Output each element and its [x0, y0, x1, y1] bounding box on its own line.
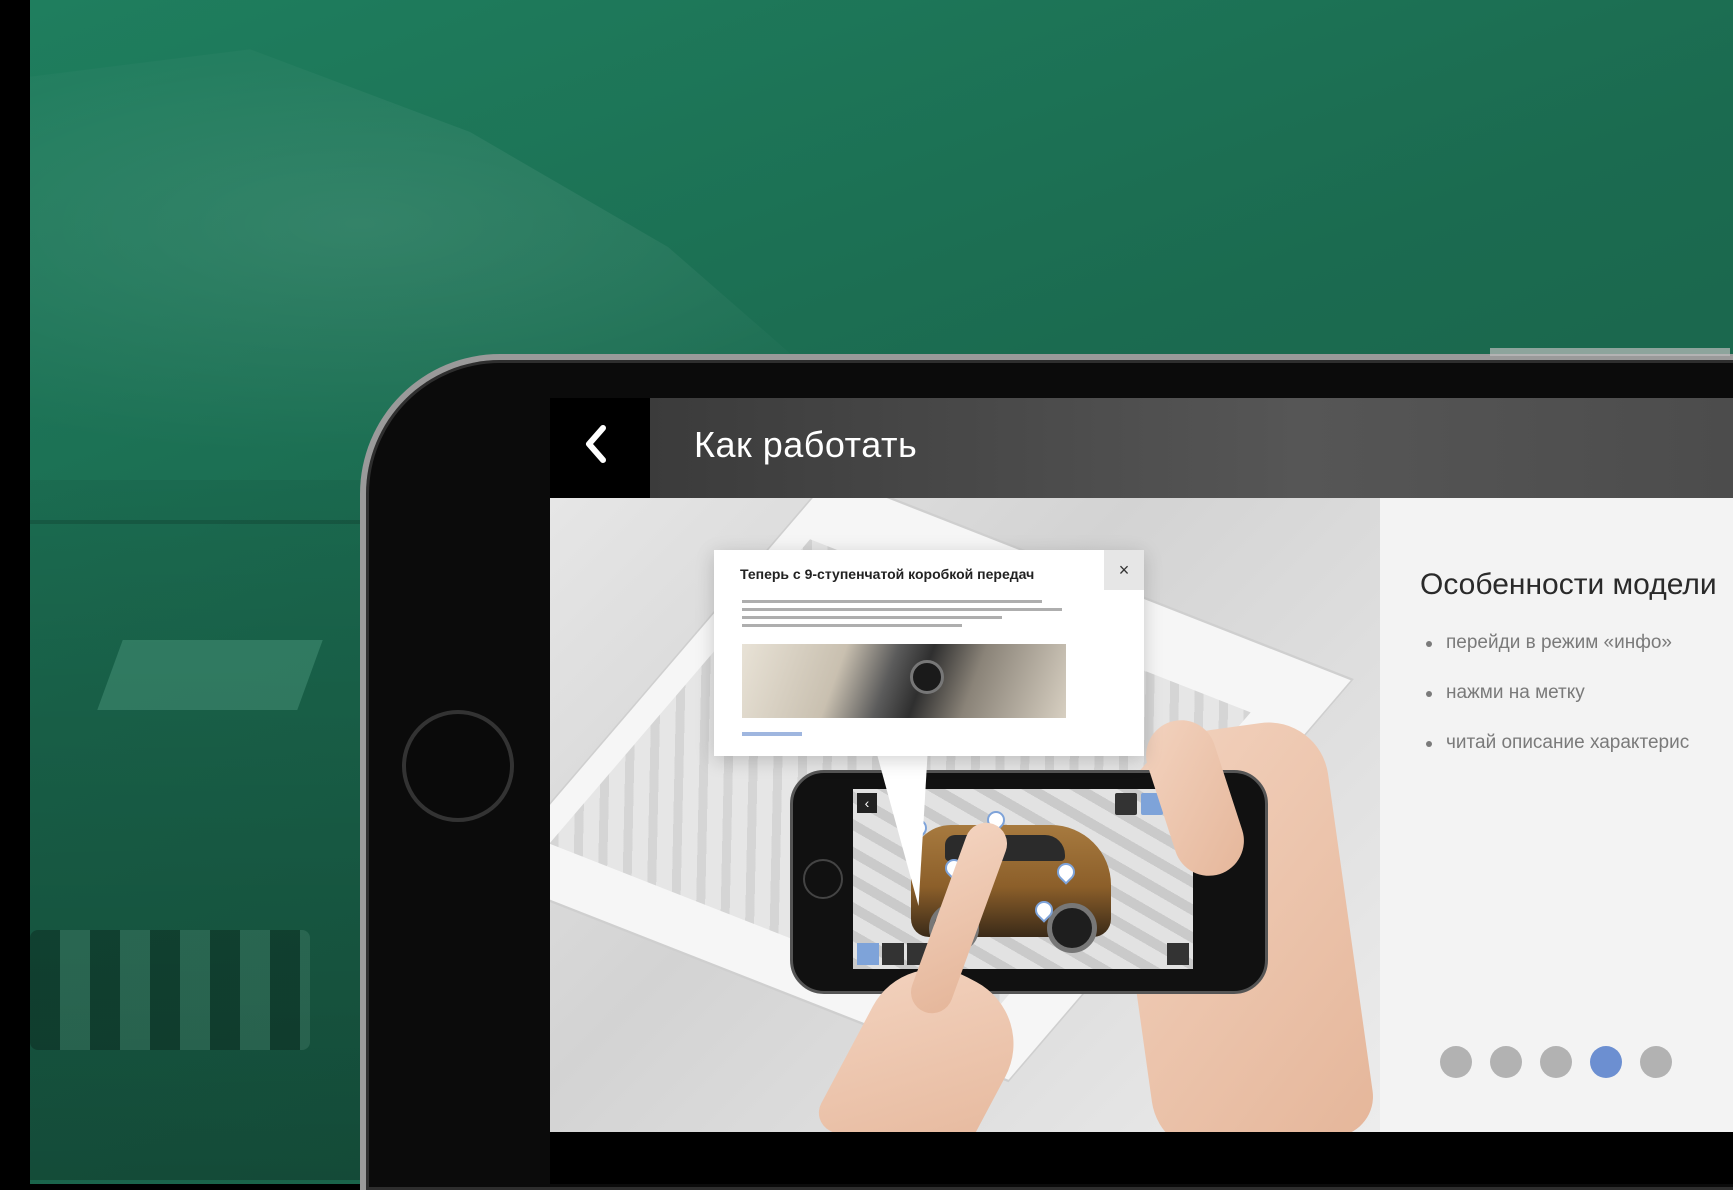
background-car-headlight [97, 640, 323, 710]
pagination-dot-1[interactable] [1440, 1046, 1472, 1078]
pagination-dots [1440, 1046, 1672, 1078]
back-button[interactable] [566, 414, 626, 474]
features-list: перейди в режим «инфо» нажми на метку чи… [1420, 632, 1733, 754]
phone-side-button [1490, 348, 1730, 356]
illustrated-mode-icon [857, 943, 879, 965]
list-item: читай описание характерис [1420, 732, 1733, 754]
info-popup: Теперь с 9-ступенчатой коробкой передач … [714, 550, 1144, 756]
chevron-left-icon [586, 425, 606, 463]
illustrated-home-button [803, 859, 843, 899]
home-button[interactable] [402, 710, 514, 822]
close-icon[interactable]: × [1104, 550, 1144, 590]
tutorial-illustration: ‹ Теперь с 9-ступенчатой коробкой переда [550, 498, 1380, 1132]
pagination-dot-4[interactable] [1590, 1046, 1622, 1078]
illustrated-back-icon: ‹ [857, 793, 877, 813]
pagination-dot-5[interactable] [1640, 1046, 1672, 1078]
phone-bottom-bezel [550, 1132, 1733, 1184]
background-car-grille [30, 930, 310, 1050]
features-heading: Особенности модели [1420, 568, 1717, 601]
tutorial-screen: ‹ Теперь с 9-ступенчатой коробкой переда [550, 498, 1733, 1132]
background-car [30, 480, 410, 1180]
left-black-strip [0, 0, 30, 1184]
illustrated-settings-icon [882, 943, 904, 965]
popup-interior-photo [742, 644, 1066, 718]
list-item: нажми на метку [1420, 682, 1733, 704]
illustrated-bottom-toolbar [857, 943, 929, 965]
illustrated-info-icon [1115, 793, 1137, 815]
popup-title: Теперь с 9-ступенчатой коробкой передач [740, 566, 1035, 582]
pagination-dot-2[interactable] [1490, 1046, 1522, 1078]
list-item: перейди в режим «инфо» [1420, 632, 1733, 654]
gear-selector-knob [910, 660, 944, 694]
popup-link[interactable] [742, 732, 802, 736]
pagination-dot-3[interactable] [1540, 1046, 1572, 1078]
page-title: Как работать [694, 424, 918, 465]
features-panel: Особенности модели перейди в режим «инфо… [1420, 568, 1733, 782]
popup-description [742, 600, 1062, 632]
car-wheel [1047, 903, 1097, 953]
illustrated-camera-icon [1167, 943, 1189, 965]
